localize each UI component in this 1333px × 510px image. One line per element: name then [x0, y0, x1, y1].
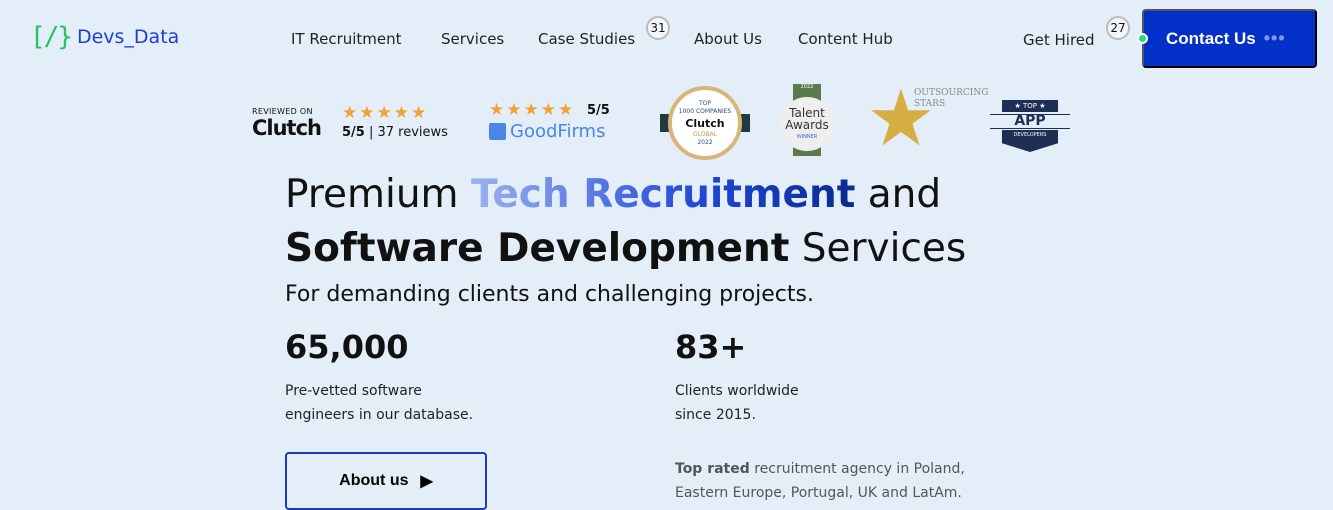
- stat-clients-value: 83+: [675, 328, 747, 366]
- about-us-label: About us: [339, 472, 409, 489]
- goodfirms-icon: [489, 123, 506, 140]
- nav-case-studies[interactable]: Case Studies: [538, 30, 635, 48]
- clutch-score-value: 5/5: [342, 125, 365, 140]
- talent-awards-badge: 2022 Talent Awards WINNER: [780, 84, 834, 156]
- outsourcing-stars-badge: ★ OUTSOURCING STARS: [866, 74, 989, 164]
- top-rated-text: Top rated recruitment agency in Poland, …: [675, 461, 965, 501]
- reviewed-on-label: REVIEWED ON: [252, 107, 313, 116]
- hero-subtitle: For demanding clients and challenging pr…: [285, 282, 814, 307]
- case-studies-count-badge: 31: [646, 16, 670, 40]
- hero-title: Premium Tech Recruitment and Software De…: [285, 172, 967, 271]
- stat-engineers-value: 65,000: [285, 328, 409, 366]
- top-app-developers-badge: ★ TOP ★ APP DEVELOPERS: [990, 98, 1070, 154]
- goodfirms-stars-icon: ★★★★★: [489, 100, 576, 120]
- nav-content-hub[interactable]: Content Hub: [798, 30, 893, 48]
- clutch-wordmark: Clutch: [252, 116, 322, 140]
- contact-us-button[interactable]: Contact Us •••: [1142, 9, 1317, 68]
- goodfirms-score: 5/5: [587, 103, 610, 118]
- dots-icon: •••: [1263, 28, 1286, 48]
- brand-logo[interactable]: [/} Devs_Data: [30, 22, 179, 52]
- clutch-top-1000-badge: TOP 1000 COMPANIES Clutch GLOBAL 2022: [660, 86, 750, 161]
- logo-icon: [/}: [30, 22, 73, 52]
- clutch-stars-icon: ★★★★★: [342, 103, 429, 123]
- clutch-score: 5/5 | 37 reviews: [342, 125, 448, 140]
- about-us-button[interactable]: About us ▶: [285, 452, 487, 510]
- status-dot-icon: [1137, 33, 1148, 44]
- get-hired-count-badge: 27: [1106, 16, 1130, 40]
- nav-about-us[interactable]: About Us: [694, 30, 762, 48]
- nav-get-hired[interactable]: Get Hired: [1023, 31, 1095, 49]
- goodfirms-logo[interactable]: GoodFirms: [489, 121, 605, 142]
- stat-clients-desc: Clients worldwide since 2015.: [675, 383, 799, 423]
- play-arrow-icon: ▶: [420, 473, 433, 490]
- nav-it-recruitment[interactable]: IT Recruitment: [291, 30, 402, 48]
- goodfirms-wordmark: GoodFirms: [510, 121, 606, 142]
- nav-services[interactable]: Services: [441, 30, 504, 48]
- clutch-review-count: | 37 reviews: [368, 125, 448, 140]
- brand-name: Devs_Data: [76, 26, 180, 48]
- clutch-rating-logo[interactable]: REVIEWED ON Clutch: [252, 107, 322, 140]
- stat-engineers-desc: Pre-vetted software engineers in our data…: [285, 383, 474, 423]
- contact-us-label: Contact Us: [1166, 28, 1256, 48]
